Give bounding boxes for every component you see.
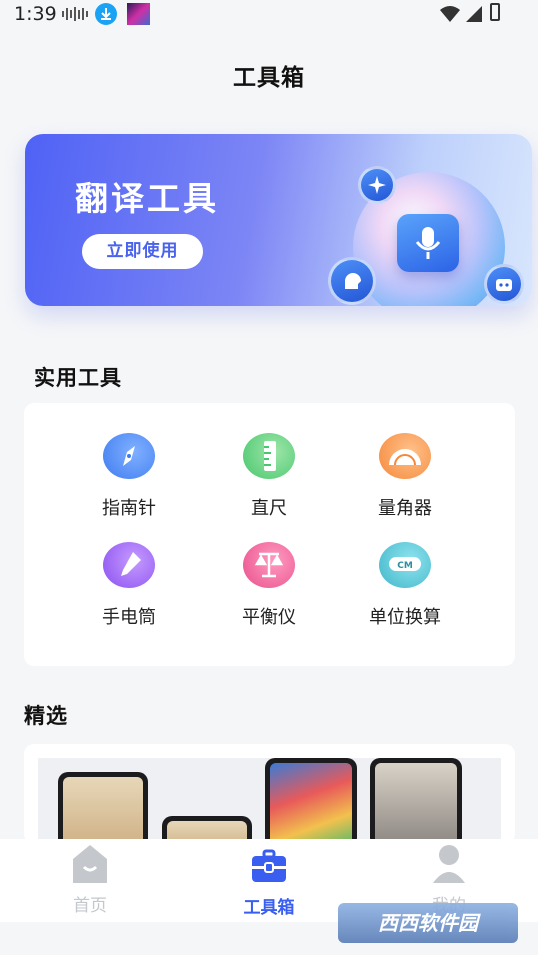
phone-image bbox=[370, 758, 462, 844]
tab-toolbox[interactable]: 工具箱 bbox=[219, 839, 319, 918]
download-icon bbox=[95, 3, 117, 25]
app-notification-icon bbox=[127, 3, 150, 25]
battery-icon bbox=[490, 3, 500, 21]
level-icon bbox=[243, 542, 295, 588]
flashlight-icon bbox=[103, 542, 155, 588]
tool-label: 平衡仪 bbox=[242, 607, 296, 628]
tab-label: 首页 bbox=[73, 896, 107, 916]
tab-home[interactable]: 首页 bbox=[40, 839, 140, 916]
tool-label: 指南针 bbox=[102, 498, 156, 519]
tools-card: 指南针 直尺 量角器 手电筒 平衡仪 CM 单位换算 bbox=[24, 403, 515, 666]
tool-ruler[interactable]: 直尺 bbox=[194, 433, 344, 520]
page-title: 工具箱 bbox=[233, 65, 305, 91]
speaker-head-icon bbox=[328, 257, 376, 305]
protractor-icon bbox=[379, 433, 431, 479]
featured-section-title: 精选 bbox=[24, 704, 68, 728]
microphone-icon bbox=[397, 214, 459, 272]
tool-flashlight[interactable]: 手电筒 bbox=[54, 542, 204, 629]
translate-banner[interactable]: 翻译工具 立即使用 bbox=[25, 134, 532, 306]
svg-text:CM: CM bbox=[397, 561, 413, 571]
robot-icon bbox=[484, 264, 524, 304]
use-now-button[interactable]: 立即使用 bbox=[82, 234, 203, 269]
sparkle-icon bbox=[358, 166, 396, 204]
compass-icon bbox=[103, 433, 155, 479]
tool-level[interactable]: 平衡仪 bbox=[194, 542, 344, 629]
phone-image bbox=[265, 758, 357, 844]
tool-label: 单位换算 bbox=[369, 607, 441, 628]
signal-icon bbox=[438, 3, 498, 29]
user-icon bbox=[433, 845, 465, 883]
featured-card[interactable] bbox=[24, 744, 515, 844]
tool-protractor[interactable]: 量角器 bbox=[330, 433, 480, 520]
audio-wave-icon bbox=[62, 7, 88, 21]
status-time: 1:39 bbox=[14, 3, 57, 25]
tool-label: 手电筒 bbox=[102, 607, 156, 628]
tool-unit-convert[interactable]: CM 单位换算 bbox=[330, 542, 480, 629]
watermark-logo: 西西软件园 bbox=[338, 903, 518, 943]
tool-compass[interactable]: 指南针 bbox=[54, 433, 204, 520]
tab-label: 工具箱 bbox=[243, 898, 295, 918]
tool-label: 量角器 bbox=[378, 498, 432, 519]
ruler-icon bbox=[243, 433, 295, 479]
banner-title: 翻译工具 bbox=[75, 179, 219, 218]
unit-convert-icon: CM bbox=[379, 542, 431, 588]
status-bar: 1:39 bbox=[0, 0, 538, 30]
home-icon bbox=[73, 845, 107, 883]
featured-image bbox=[38, 758, 501, 844]
tool-label: 直尺 bbox=[251, 498, 287, 519]
tools-section-title: 实用工具 bbox=[34, 366, 122, 390]
phone-image bbox=[58, 772, 148, 844]
toolbox-icon bbox=[252, 849, 286, 882]
